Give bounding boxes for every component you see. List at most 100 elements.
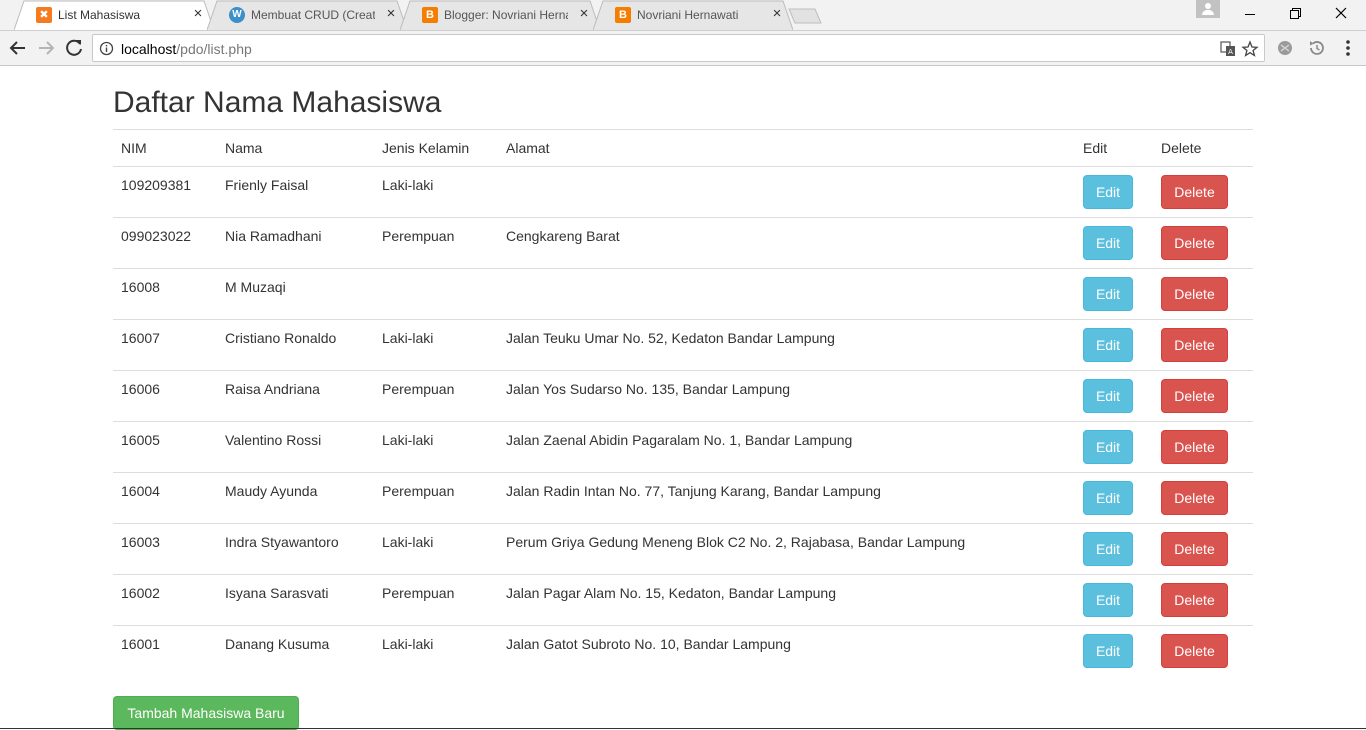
tab-title: Membuat CRUD (Create, bbox=[251, 8, 375, 22]
cell-nim: 16008 bbox=[113, 268, 217, 320]
reload-button[interactable] bbox=[62, 36, 86, 60]
delete-button[interactable]: Delete bbox=[1161, 481, 1228, 515]
cell-alamat bbox=[498, 166, 1075, 218]
tab-close-icon[interactable]: × bbox=[383, 6, 399, 22]
blogger-icon bbox=[615, 7, 631, 23]
edit-button[interactable]: Edit bbox=[1083, 379, 1133, 413]
delete-button[interactable]: Delete bbox=[1161, 532, 1228, 566]
edit-button[interactable]: Edit bbox=[1083, 226, 1133, 260]
cell-edit: Edit bbox=[1075, 166, 1153, 218]
delete-button[interactable]: Delete bbox=[1161, 634, 1228, 668]
tab-2[interactable]: Membuat CRUD (Create, × bbox=[207, 0, 407, 30]
cell-alamat: Perum Griya Gedung Meneng Blok C2 No. 2,… bbox=[498, 523, 1075, 575]
cell-nim: 16005 bbox=[113, 421, 217, 473]
cell-nim: 16006 bbox=[113, 370, 217, 422]
table-row: 099023022 Nia Ramadhani Perempuan Cengkaren… bbox=[113, 217, 1253, 269]
cell-alamat: Jalan Yos Sudarso No. 135, Bandar Lampun… bbox=[498, 370, 1075, 422]
cell-nim: 099023022 bbox=[113, 217, 217, 269]
menu-icon[interactable] bbox=[1336, 36, 1360, 60]
delete-button[interactable]: Delete bbox=[1161, 175, 1228, 209]
edit-button[interactable]: Edit bbox=[1083, 175, 1133, 209]
tab-4[interactable]: Novriani Hernawati × bbox=[593, 0, 793, 30]
cell-alamat: Jalan Radin Intan No. 77, Tanjung Karang… bbox=[498, 472, 1075, 524]
cell-delete: Delete bbox=[1153, 268, 1253, 320]
table-row: 16003 Indra Styawantoro Laki-laki Perum Gri… bbox=[113, 523, 1253, 575]
cell-nim: 109209381 bbox=[113, 166, 217, 218]
history-extension-icon[interactable] bbox=[1305, 36, 1329, 60]
edit-button[interactable]: Edit bbox=[1083, 583, 1133, 617]
cell-edit: Edit bbox=[1075, 217, 1153, 269]
url-text[interactable]: localhost/pdo/list.php bbox=[121, 41, 252, 57]
table-row: 16008 M Muzaqi Edit Delete bbox=[113, 268, 1253, 320]
url-path: /pdo/list.php bbox=[176, 41, 252, 57]
cell-delete: Delete bbox=[1153, 319, 1253, 371]
cell-jenis-kelamin: Perempuan bbox=[374, 370, 498, 422]
cell-jenis-kelamin: Laki-laki bbox=[374, 166, 498, 218]
cell-nama: Frienly Faisal bbox=[217, 166, 374, 218]
table-row: 16002 Isyana Sarasvati Perempuan Jalan Paga… bbox=[113, 574, 1253, 626]
cell-edit: Edit bbox=[1075, 626, 1153, 677]
extension-icon[interactable] bbox=[1273, 36, 1297, 60]
delete-button[interactable]: Delete bbox=[1161, 328, 1228, 362]
edit-button[interactable]: Edit bbox=[1083, 481, 1133, 515]
address-bar[interactable]: localhost/pdo/list.php A bbox=[92, 34, 1265, 62]
column-header-edit: Edit bbox=[1075, 129, 1153, 167]
delete-button[interactable]: Delete bbox=[1161, 379, 1228, 413]
table-row: 16004 Maudy Ayunda Perempuan Jalan Radin In… bbox=[113, 472, 1253, 524]
table-row: 16005 Valentino Rossi Laki-laki Jalan Zaena… bbox=[113, 421, 1253, 473]
edit-button[interactable]: Edit bbox=[1083, 634, 1133, 668]
blogger-icon bbox=[422, 7, 438, 23]
edit-button[interactable]: Edit bbox=[1083, 328, 1133, 362]
cell-nama: Cristiano Ronaldo bbox=[217, 319, 374, 371]
table-row: 109209381 Frienly Faisal Laki-laki Edit Dele… bbox=[113, 166, 1253, 218]
cell-delete: Delete bbox=[1153, 626, 1253, 677]
cell-edit: Edit bbox=[1075, 268, 1153, 320]
cell-delete: Delete bbox=[1153, 370, 1253, 422]
new-tab-button[interactable] bbox=[788, 8, 822, 24]
table-header-row: NIM Nama Jenis Kelamin Alamat Edit Delet… bbox=[113, 129, 1253, 167]
student-table: NIM Nama Jenis Kelamin Alamat Edit Delet… bbox=[113, 129, 1253, 677]
tab-title: List Mahasiswa bbox=[58, 8, 141, 22]
browser-toolbar: localhost/pdo/list.php A bbox=[0, 31, 1366, 66]
close-window-button[interactable] bbox=[1318, 0, 1364, 30]
cell-jenis-kelamin: Laki-laki bbox=[374, 523, 498, 575]
tab-close-icon[interactable]: × bbox=[576, 6, 592, 22]
wordpress-icon bbox=[229, 7, 245, 23]
delete-button[interactable]: Delete bbox=[1161, 226, 1228, 260]
cell-nama: Indra Styawantoro bbox=[217, 523, 374, 575]
translate-icon[interactable]: A bbox=[1219, 40, 1237, 58]
column-header-alamat: Alamat bbox=[498, 129, 1075, 167]
tab-close-icon[interactable]: × bbox=[190, 6, 206, 22]
cell-alamat: Jalan Teuku Umar No. 52, Kedaton Bandar … bbox=[498, 319, 1075, 371]
tab-title: Novriani Hernawati bbox=[637, 8, 739, 22]
add-student-button[interactable]: Tambah Mahasiswa Baru bbox=[113, 696, 299, 730]
cell-delete: Delete bbox=[1153, 472, 1253, 524]
user-profile-icon[interactable] bbox=[1196, 0, 1220, 18]
info-icon[interactable] bbox=[99, 41, 114, 56]
cell-nama: Maudy Ayunda bbox=[217, 472, 374, 524]
cell-alamat: Jalan Zaenal Abidin Pagaralam No. 1, Ban… bbox=[498, 421, 1075, 473]
cell-alamat: Jalan Gatot Subroto No. 10, Bandar Lampu… bbox=[506, 636, 791, 652]
page-title: Daftar Nama Mahasiswa bbox=[113, 86, 442, 119]
back-button[interactable] bbox=[6, 36, 30, 60]
column-header-nama: Nama bbox=[217, 129, 374, 167]
edit-button[interactable]: Edit bbox=[1083, 430, 1133, 464]
minimize-button[interactable] bbox=[1227, 0, 1273, 30]
edit-button[interactable]: Edit bbox=[1083, 277, 1133, 311]
edit-button[interactable]: Edit bbox=[1083, 532, 1133, 566]
cell-nama: Valentino Rossi bbox=[217, 421, 374, 473]
delete-button[interactable]: Delete bbox=[1161, 430, 1228, 464]
column-header-jenis-kelamin: Jenis Kelamin bbox=[374, 129, 498, 167]
forward-button[interactable] bbox=[34, 36, 58, 60]
tab-1[interactable]: List Mahasiswa × bbox=[14, 0, 214, 30]
delete-button[interactable]: Delete bbox=[1161, 277, 1228, 311]
delete-button[interactable]: Delete bbox=[1161, 583, 1228, 617]
tab-3[interactable]: Blogger: Novriani Hernaw × bbox=[400, 0, 600, 30]
cell-nama: M Muzaqi bbox=[217, 268, 374, 320]
cell-nama: Raisa Andriana bbox=[217, 370, 374, 422]
restore-button[interactable] bbox=[1272, 0, 1318, 30]
cell-edit: Edit bbox=[1075, 472, 1153, 524]
tab-strip: List Mahasiswa×Membuat CRUD (Create,×Blo… bbox=[0, 0, 1366, 31]
tab-close-icon[interactable]: × bbox=[769, 6, 785, 22]
bookmark-star-icon[interactable] bbox=[1241, 40, 1259, 58]
